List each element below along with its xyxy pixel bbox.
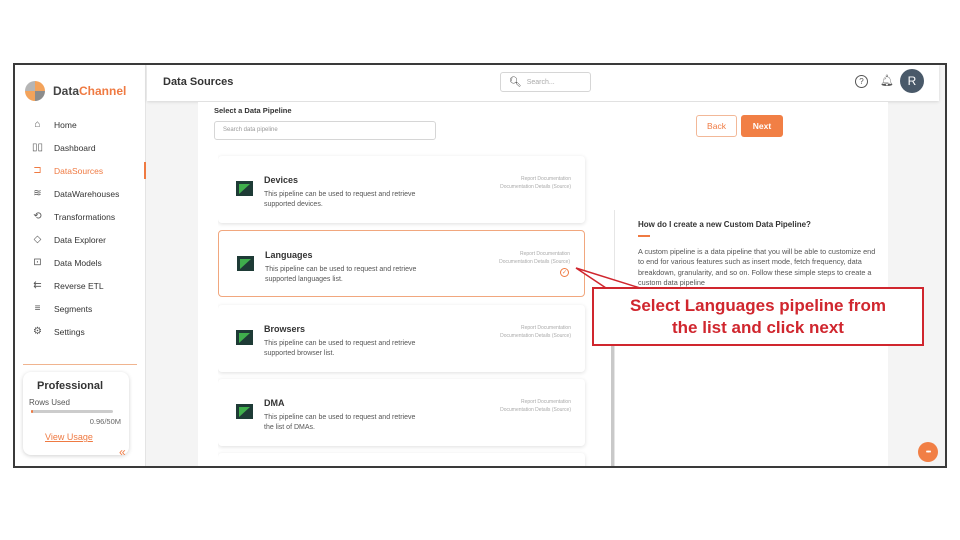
pipeline-doc-links: Report Documentation Documentation Detail… bbox=[500, 324, 571, 340]
sidebar-item-datawarehouses[interactable]: ≋ DataWarehouses bbox=[15, 182, 146, 205]
sidebar-item-label: Settings bbox=[54, 326, 85, 337]
pipeline-title: Devices bbox=[264, 175, 299, 185]
app-window: DataChannel ⌂ Home ▯▯ Dashboard ⊐ DataSources… bbox=[13, 63, 947, 468]
pipeline-description: This pipeline can be used to request and… bbox=[265, 266, 417, 283]
sidebar-item-segments[interactable]: ≡ Segments bbox=[15, 297, 146, 320]
sidebar-item-label: Segments bbox=[54, 303, 93, 314]
next-button[interactable]: Next bbox=[741, 115, 783, 137]
brand-logo[interactable]: DataChannel bbox=[25, 79, 126, 103]
segments-icon: ≡ bbox=[34, 303, 41, 314]
gear-icon: ⚙ bbox=[33, 326, 42, 337]
plan-title: Professional bbox=[37, 380, 104, 392]
help-title-underline bbox=[638, 235, 650, 237]
sidebar-item-home[interactable]: ⌂ Home bbox=[15, 113, 146, 136]
pipeline-logo-icon bbox=[237, 256, 254, 271]
sidebar: DataChannel ⌂ Home ▯▯ Dashboard ⊐ DataSources… bbox=[15, 65, 146, 466]
pipeline-description: This pipeline can be used to request and… bbox=[264, 414, 416, 431]
datasources-icon: ⊐ bbox=[33, 165, 42, 176]
search-placeholder: Search... bbox=[526, 78, 555, 86]
pipeline-doc-links: Report Documentation Documentation Detail… bbox=[500, 175, 571, 191]
sidebar-item-transformations[interactable]: ⟲ Transformations bbox=[15, 205, 146, 228]
callout-line-1: Select Languages pipeline from bbox=[629, 295, 886, 315]
models-icon: ⊡ bbox=[33, 257, 42, 268]
documentation-details-link[interactable]: Documentation Details (Source) bbox=[500, 183, 571, 191]
reverse-etl-icon: ⇇ bbox=[33, 280, 42, 291]
pipeline-search-input[interactable]: Search data pipeline bbox=[214, 121, 436, 140]
pipeline-doc-links: Report Documentation Documentation Detail… bbox=[500, 398, 571, 414]
pipeline-list: Devices This pipeline can be used to requ… bbox=[218, 147, 598, 466]
global-search-input[interactable]: 🔍︎ Search... bbox=[500, 72, 591, 92]
sidebar-item-dashboard[interactable]: ▯▯ Dashboard bbox=[15, 136, 146, 159]
brand-name: DataChannel bbox=[53, 84, 127, 98]
pipeline-card-browsers[interactable]: Browsers This pipeline can be used to req… bbox=[218, 305, 585, 372]
documentation-details-link[interactable]: Documentation Details (Source) bbox=[500, 332, 571, 340]
pipeline-title: Browsers bbox=[264, 324, 306, 334]
view-usage-link[interactable]: View Usage bbox=[45, 432, 93, 442]
sidebar-item-label: Home bbox=[54, 119, 77, 130]
chat-icon[interactable] bbox=[918, 442, 938, 462]
sidebar-item-label: Transformations bbox=[54, 211, 116, 222]
sidebar-item-label: Data Explorer bbox=[54, 234, 106, 245]
callout-line-2: the list and click next bbox=[672, 317, 844, 337]
transform-icon: ⟲ bbox=[33, 211, 42, 222]
sidebar-item-label: Dashboard bbox=[54, 142, 96, 153]
sidebar-divider bbox=[23, 364, 137, 365]
report-documentation-link[interactable]: Report Documentation bbox=[500, 324, 571, 332]
pipeline-title: DMA bbox=[264, 398, 285, 408]
pipeline-description: This pipeline can be used to request and… bbox=[264, 340, 416, 357]
sidebar-item-label: Reverse ETL bbox=[54, 280, 104, 291]
sidebar-item-datasources[interactable]: ⊐ DataSources bbox=[15, 159, 146, 182]
dashboard-icon: ▯▯ bbox=[31, 142, 43, 153]
pipeline-card-dma[interactable]: DMA This pipeline can be used to request … bbox=[218, 379, 585, 446]
pipeline-title: Languages bbox=[265, 250, 313, 260]
pipeline-logo-icon bbox=[236, 330, 253, 345]
pipeline-logo-icon bbox=[236, 404, 253, 419]
back-button[interactable]: Back bbox=[696, 115, 737, 137]
top-header: Data Sources 🔍︎ Search... ? 🔔︎ R bbox=[147, 65, 939, 101]
search-icon: 🔍︎ bbox=[509, 76, 522, 88]
warehouse-icon: ≋ bbox=[33, 188, 42, 199]
help-title: How do I create a new Custom Data Pipeli… bbox=[638, 220, 811, 229]
report-documentation-link[interactable]: Report Documentation bbox=[500, 175, 571, 183]
datachannel-logo-icon bbox=[25, 81, 45, 101]
sidebar-item-data-models[interactable]: ⊡ Data Models bbox=[15, 251, 146, 274]
home-icon: ⌂ bbox=[34, 119, 41, 130]
pipeline-card-regions[interactable]: RegionsReport Documentation bbox=[218, 453, 585, 466]
bell-icon[interactable]: 🔔︎ bbox=[880, 74, 894, 87]
usage-progress-fill bbox=[31, 410, 33, 413]
sidebar-item-data-explorer[interactable]: ◇ Data Explorer bbox=[15, 228, 146, 251]
selected-check-icon: ✓ bbox=[560, 268, 569, 277]
avatar[interactable]: R bbox=[900, 69, 924, 93]
documentation-details-link[interactable]: Documentation Details (Source) bbox=[500, 406, 571, 414]
callout-box: Select Languages pipeline from the list … bbox=[592, 287, 924, 346]
report-documentation-link[interactable]: Report Documentation bbox=[499, 250, 570, 258]
pipeline-doc-links: Report Documentation Documentation Detail… bbox=[499, 250, 570, 266]
sidebar-item-label: Data Models bbox=[54, 257, 102, 268]
collapse-sidebar-icon[interactable]: « bbox=[119, 445, 126, 459]
pipeline-description: This pipeline can be used to request and… bbox=[264, 191, 416, 208]
sidebar-item-reverse-etl[interactable]: ⇇ Reverse ETL bbox=[15, 274, 146, 297]
pipeline-card-languages[interactable]: Languages This pipeline can be used to re… bbox=[218, 230, 585, 297]
report-documentation-link[interactable]: Report Documentation bbox=[500, 398, 571, 406]
sidebar-item-label: DataSources bbox=[54, 165, 104, 176]
usage-progress-bar bbox=[31, 410, 113, 413]
rows-used-label: Rows Used bbox=[29, 398, 70, 407]
main-content: Select a Data Pipeline Search data pipel… bbox=[198, 102, 888, 466]
help-body: A custom pipeline is a data pipeline tha… bbox=[638, 247, 876, 287]
pipeline-logo-icon bbox=[236, 181, 253, 196]
sidebar-nav: ⌂ Home ▯▯ Dashboard ⊐ DataSources ≋ DataWarehou… bbox=[15, 113, 146, 343]
usage-value: 0.96/50M bbox=[89, 417, 121, 426]
documentation-details-link[interactable]: Documentation Details (Source) bbox=[499, 258, 570, 266]
help-icon[interactable]: ? bbox=[855, 75, 868, 88]
explorer-icon: ◇ bbox=[33, 234, 42, 245]
pipeline-card-devices[interactable]: Devices This pipeline can be used to requ… bbox=[218, 156, 585, 223]
page-title: Data Sources bbox=[163, 76, 234, 88]
sidebar-item-settings[interactable]: ⚙ Settings bbox=[15, 320, 146, 343]
select-pipeline-label: Select a Data Pipeline bbox=[214, 106, 292, 115]
plan-card: Professional Rows Used 0.96/50M View Usa… bbox=[23, 372, 129, 455]
sidebar-item-label: DataWarehouses bbox=[54, 188, 120, 199]
